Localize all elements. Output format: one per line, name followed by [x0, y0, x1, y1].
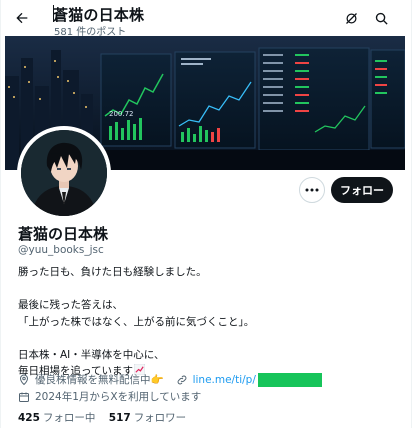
profile-page: 蒼猫の日本株 581 件のポスト 200.72 フォロー 蒼猫の日本株 @yuu… [0, 0, 412, 428]
monitor-value: 200.72 [109, 110, 134, 118]
joined-text: 2024年1月からXを利用しています [35, 391, 202, 403]
followers-link[interactable]: 517 フォロワー [109, 412, 186, 424]
bio: 勝った日も、負けた日も経験しました。 最後に残った答えは、 「上がった株ではなく… [18, 264, 398, 380]
display-name: 蒼猫の日本株 [18, 225, 109, 243]
following-label: フォロー中 [42, 412, 96, 424]
location-text: 優良株情報を無料配信中👉 [35, 374, 164, 386]
search-button[interactable] [371, 8, 391, 28]
header-title: 蒼猫の日本株 [53, 6, 145, 24]
more-horizontal-icon [305, 188, 319, 192]
followers-label: フォロワー [133, 412, 187, 424]
calendar-icon [18, 391, 30, 403]
avatar-image [21, 130, 107, 216]
avatar[interactable] [17, 126, 111, 220]
location-icon [18, 374, 30, 386]
website-link[interactable]: line.me/ti/p/ [193, 374, 256, 386]
search-icon [375, 12, 388, 25]
profile-header: 蒼猫の日本株 581 件のポスト [1, 0, 411, 38]
bio-line: 「上がった株ではなく、上がる前に気づくこと」。 [18, 315, 255, 328]
filter-button[interactable] [341, 8, 361, 28]
more-options-button[interactable] [299, 177, 325, 203]
redacted-block [257, 372, 322, 387]
profile-meta-row: 優良株情報を無料配信中👉 line.me/ti/p/ [18, 372, 322, 387]
back-arrow-icon [16, 12, 28, 24]
follow-button[interactable]: フォロー [331, 177, 393, 203]
bio-line: 勝った日も、負けた日も経験しました。 [18, 266, 207, 278]
joined-row: 2024年1月からXを利用しています [18, 389, 201, 404]
user-handle: @yuu_books_jsc [18, 244, 104, 256]
follow-stats: 425 フォロー中 517 フォロワー [18, 410, 196, 425]
following-count: 425 [18, 412, 40, 424]
bio-line: 最後に残った答えは、 [18, 299, 123, 311]
back-button[interactable] [10, 6, 34, 30]
followers-count: 517 [108, 412, 131, 424]
link-icon [176, 374, 188, 386]
filter-icon [345, 12, 357, 24]
following-link[interactable]: 425 フォロー中 [18, 412, 95, 424]
bio-line: 日本株・AI・半導体を中心に、 [18, 348, 165, 361]
